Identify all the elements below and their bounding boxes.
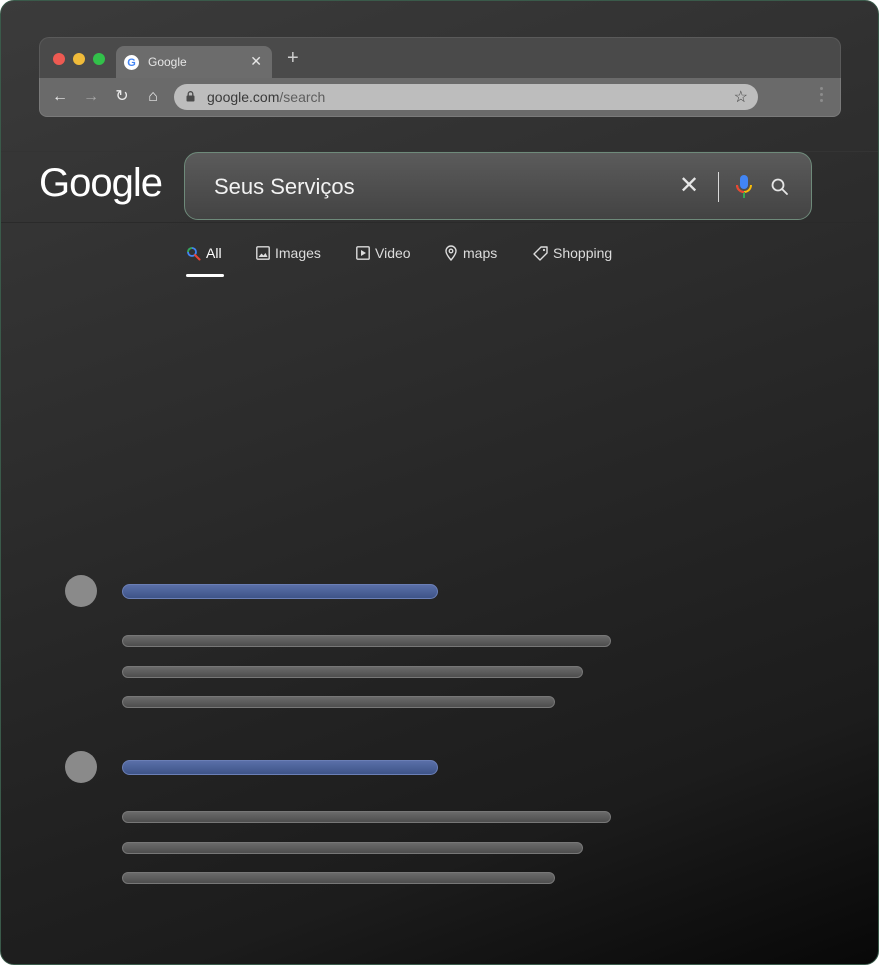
microphone-icon[interactable] [735,174,753,200]
google-logo[interactable]: Google [39,161,163,206]
tab-video-label: Video [375,245,411,261]
tab-bar: G Google ✕ + [39,37,841,78]
url-domain: google.com [207,89,280,105]
back-button[interactable]: ← [50,87,70,107]
browser-window: G Google ✕ + ← → ↻ ⌂ google.com/search ☆… [0,0,879,965]
close-window-button[interactable] [53,53,65,65]
tab-shopping-label: Shopping [553,245,613,261]
minimize-window-button[interactable] [73,53,85,65]
tag-icon [533,245,548,261]
tab-shopping[interactable]: Shopping [533,245,612,261]
tab-video[interactable]: Video [356,245,411,261]
home-button[interactable]: ⌂ [143,87,163,107]
browser-tab[interactable]: G Google ✕ [116,46,272,78]
image-icon [256,246,270,260]
tab-all-label: All [206,245,222,261]
tab-title: Google [148,55,187,69]
play-icon [356,246,370,260]
maximize-window-button[interactable] [93,53,105,65]
result-title-placeholder[interactable] [122,584,438,599]
tab-images[interactable]: Images [256,245,321,261]
search-icon[interactable] [770,177,790,197]
result-favicon[interactable] [65,575,97,607]
url-path: /search [279,89,326,105]
tab-maps-label: maps [463,245,498,261]
forward-button[interactable]: → [81,87,101,107]
new-tab-button[interactable]: + [287,48,299,68]
browser-menu-icon[interactable] [820,87,824,107]
map-pin-icon [445,245,457,261]
result-title-placeholder[interactable] [122,760,438,775]
google-favicon-icon: G [124,55,139,70]
lock-icon [186,91,195,102]
search-input[interactable]: Seus Serviços [214,174,355,200]
result-snippet-line [122,842,583,854]
browser-toolbar: ← → ↻ ⌂ google.com/search ☆ [39,78,841,117]
search-divider [718,172,719,202]
active-tab-indicator [186,274,224,277]
clear-search-icon[interactable]: ✕ [679,172,699,200]
result-snippet-line [122,811,611,823]
tab-images-label: Images [275,245,321,261]
tab-all[interactable]: All [186,245,222,261]
result-favicon[interactable] [65,751,97,783]
search-box[interactable]: Seus Serviços ✕ [184,152,812,220]
result-snippet-line [122,635,611,647]
address-bar[interactable]: google.com/search ☆ [174,84,758,110]
search-icon [187,246,201,260]
result-snippet-line [122,666,583,678]
close-tab-icon[interactable]: ✕ [250,53,262,70]
tab-maps[interactable]: maps [444,245,497,261]
reload-button[interactable]: ↻ [112,87,132,107]
bookmark-star-icon[interactable]: ☆ [734,87,748,107]
url-text: google.com/search [207,89,325,105]
result-snippet-line [122,872,555,884]
result-snippet-line [122,696,555,708]
